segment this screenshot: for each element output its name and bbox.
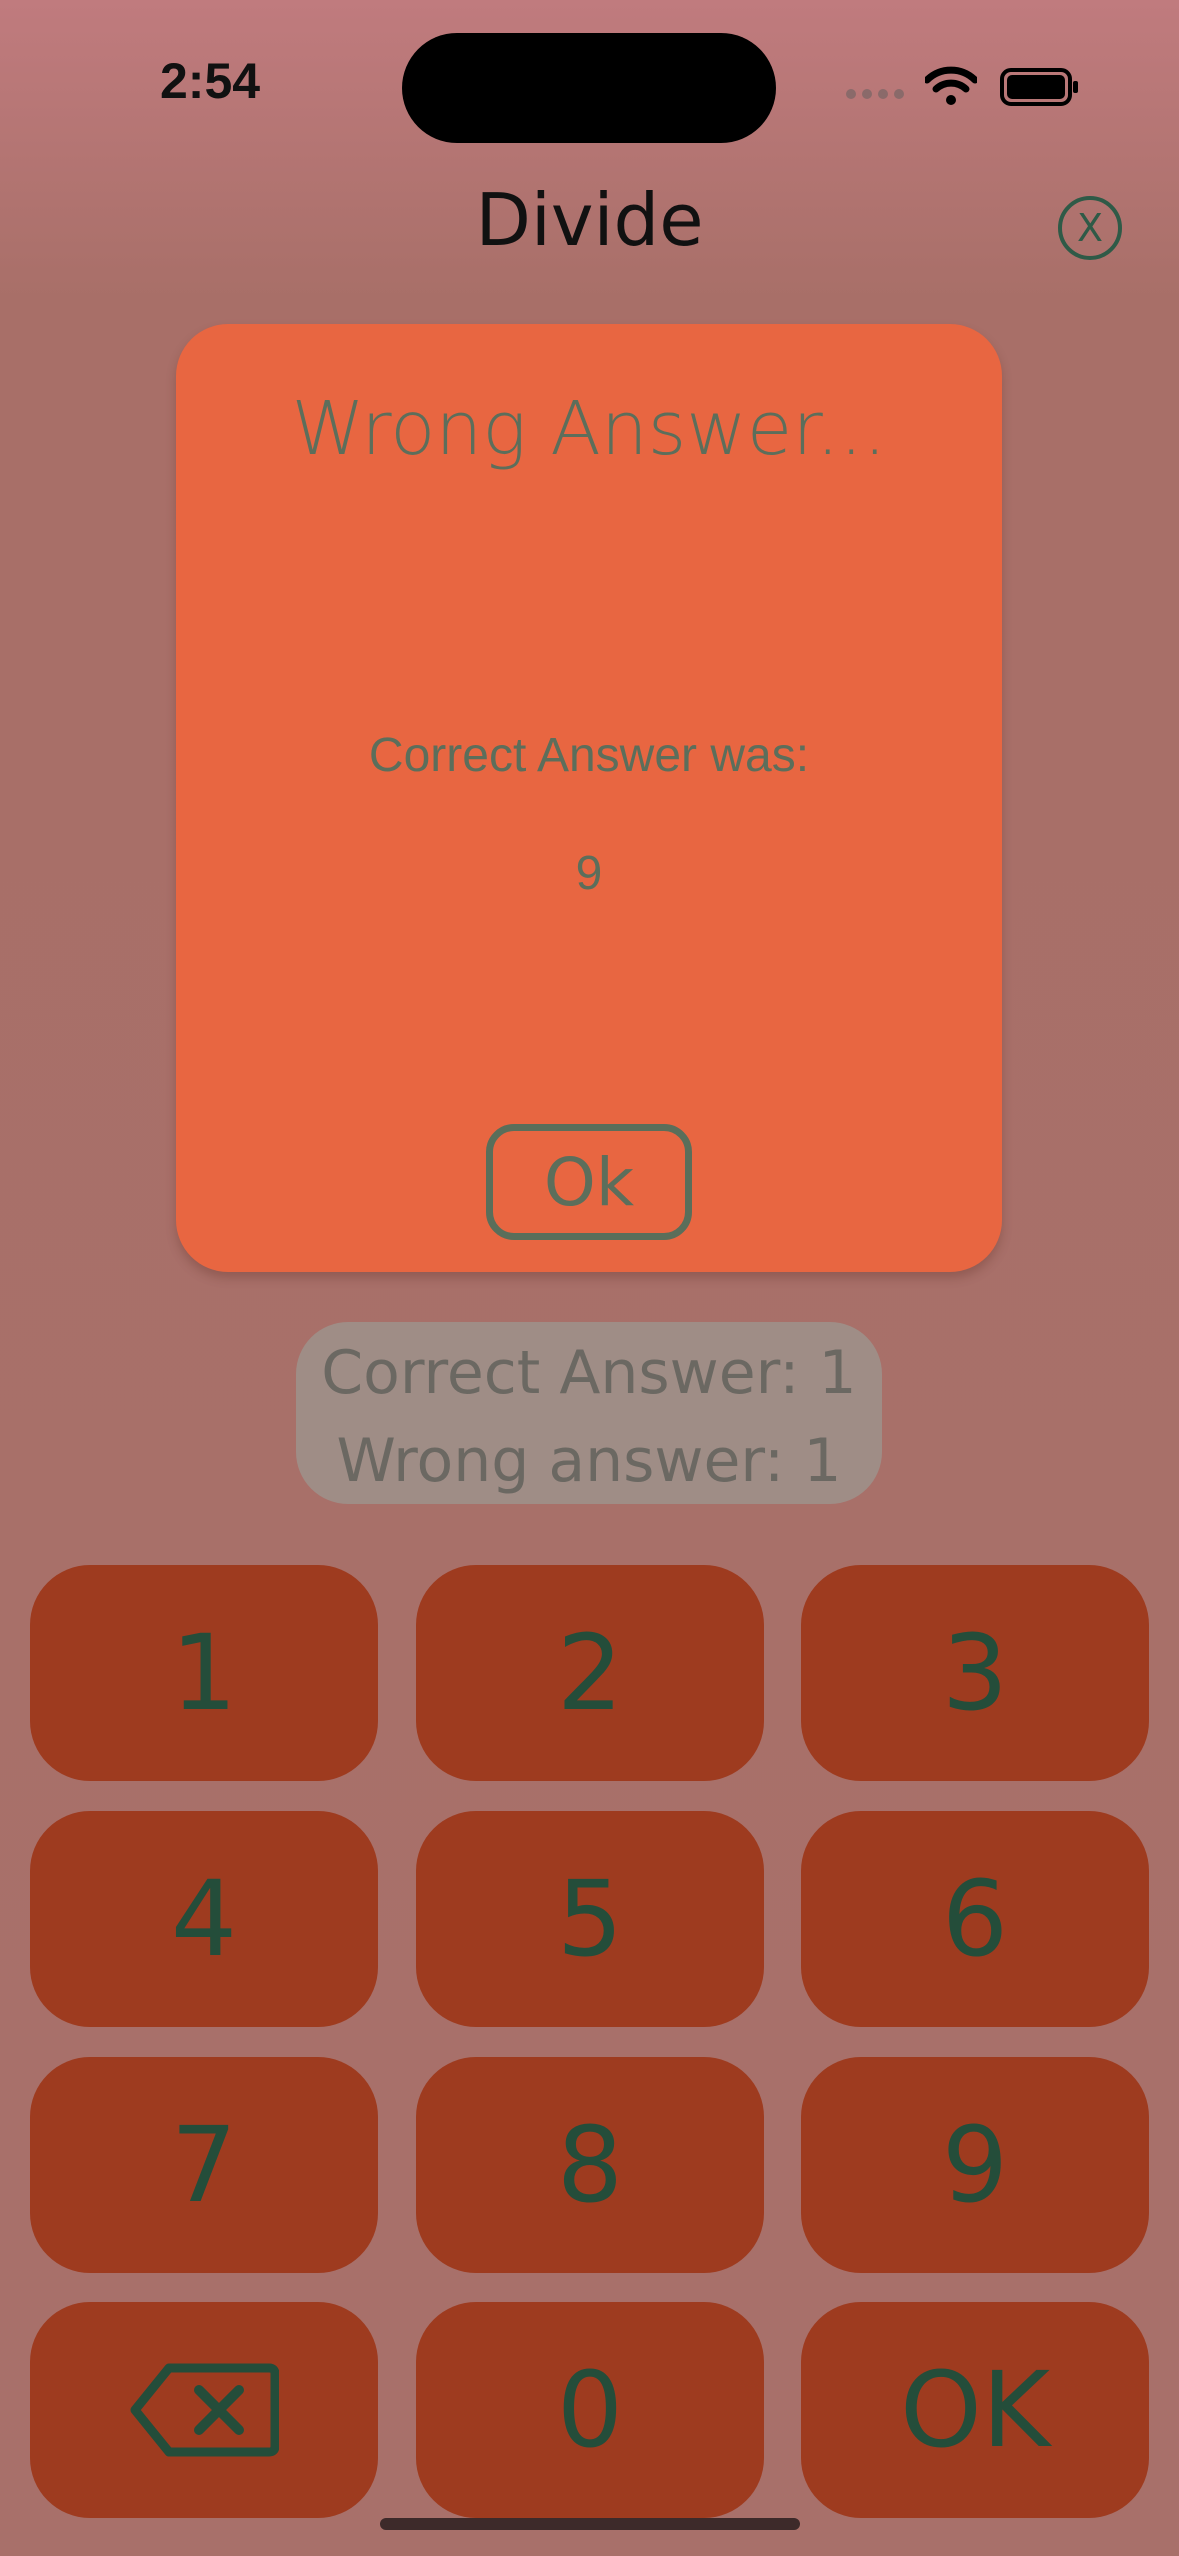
battery-icon xyxy=(1000,68,1078,106)
correct-count: Correct Answer: 1 xyxy=(321,1338,857,1408)
dialog-ok-button[interactable]: Ok xyxy=(486,1124,692,1240)
key-2[interactable]: 2 xyxy=(416,1565,764,1781)
key-4[interactable]: 4 xyxy=(30,1811,378,2027)
correct-answer-value: 9 xyxy=(575,847,603,900)
key-8[interactable]: 8 xyxy=(416,2057,764,2273)
key-1[interactable]: 1 xyxy=(30,1565,378,1781)
cellular-signal-icon xyxy=(846,89,904,99)
key-6[interactable]: 6 xyxy=(801,1811,1149,2027)
home-indicator[interactable] xyxy=(380,2518,800,2530)
backspace-key[interactable] xyxy=(30,2302,378,2518)
correct-answer-label: Correct Answer was: xyxy=(368,729,810,782)
close-button[interactable]: X xyxy=(1058,196,1122,260)
key-0[interactable]: 0 xyxy=(416,2302,764,2518)
dialog-title: Wrong Answer... xyxy=(291,386,887,472)
close-icon: X xyxy=(1076,206,1104,250)
delete-backspace-icon xyxy=(130,2363,279,2457)
dynamic-island xyxy=(402,33,776,143)
wrong-count: Wrong answer: 1 xyxy=(336,1426,842,1496)
wifi-icon xyxy=(925,66,977,105)
key-9[interactable]: 9 xyxy=(801,2057,1149,2273)
page-title: Divide xyxy=(475,178,704,262)
score-panel: Correct Answer: 1 Wrong answer: 1 xyxy=(296,1322,882,1504)
status-time: 2:54 xyxy=(160,53,261,109)
key-3[interactable]: 3 xyxy=(801,1565,1149,1781)
wrong-answer-dialog: Wrong Answer... Correct Answer was: 9 Ok xyxy=(176,324,1002,1272)
key-5[interactable]: 5 xyxy=(416,1811,764,2027)
key-7[interactable]: 7 xyxy=(30,2057,378,2273)
submit-ok-key[interactable]: OK xyxy=(801,2302,1149,2518)
